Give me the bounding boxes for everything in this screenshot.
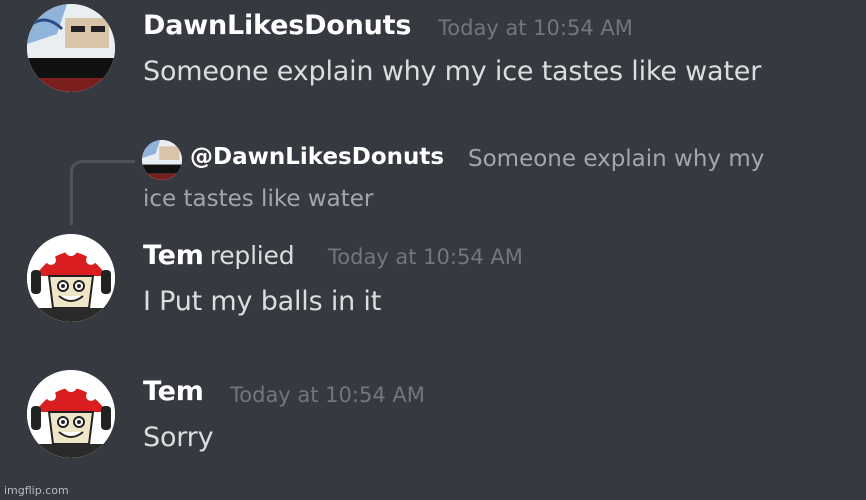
tem-avatar-icon	[27, 234, 115, 322]
reply-mention[interactable]: @DawnLikesDonuts	[190, 144, 444, 170]
replied-label: replied	[209, 241, 295, 270]
username-text[interactable]: Tem	[143, 240, 204, 271]
reply-preview-line1[interactable]: Someone explain why my	[468, 146, 764, 172]
watermark: imgflip.com	[4, 484, 69, 497]
message-content: Sorry	[143, 422, 214, 453]
tem-avatar[interactable]	[27, 370, 115, 458]
message-content: I Put my balls in it	[143, 286, 382, 317]
timestamp: Today at 10:54 AM	[438, 16, 633, 40]
username[interactable]: DawnLikesDonuts	[143, 10, 411, 41]
timestamp: Today at 10:54 AM	[230, 383, 425, 407]
dawn-avatar[interactable]	[27, 4, 115, 92]
reply-preview-line2[interactable]: ice tastes like water	[143, 186, 373, 212]
tem-avatar[interactable]	[27, 234, 115, 322]
timestamp: Today at 10:54 AM	[328, 245, 523, 269]
username[interactable]: Tem replied	[143, 240, 295, 271]
reply-connector	[70, 160, 135, 225]
dawn-avatar-small-icon	[142, 140, 182, 180]
username[interactable]: Tem	[143, 376, 204, 407]
reply-avatar[interactable]	[142, 140, 182, 180]
dawn-avatar-icon	[27, 4, 115, 92]
message-content: Someone explain why my ice tastes like w…	[143, 56, 762, 87]
tem-avatar-icon	[27, 370, 115, 458]
